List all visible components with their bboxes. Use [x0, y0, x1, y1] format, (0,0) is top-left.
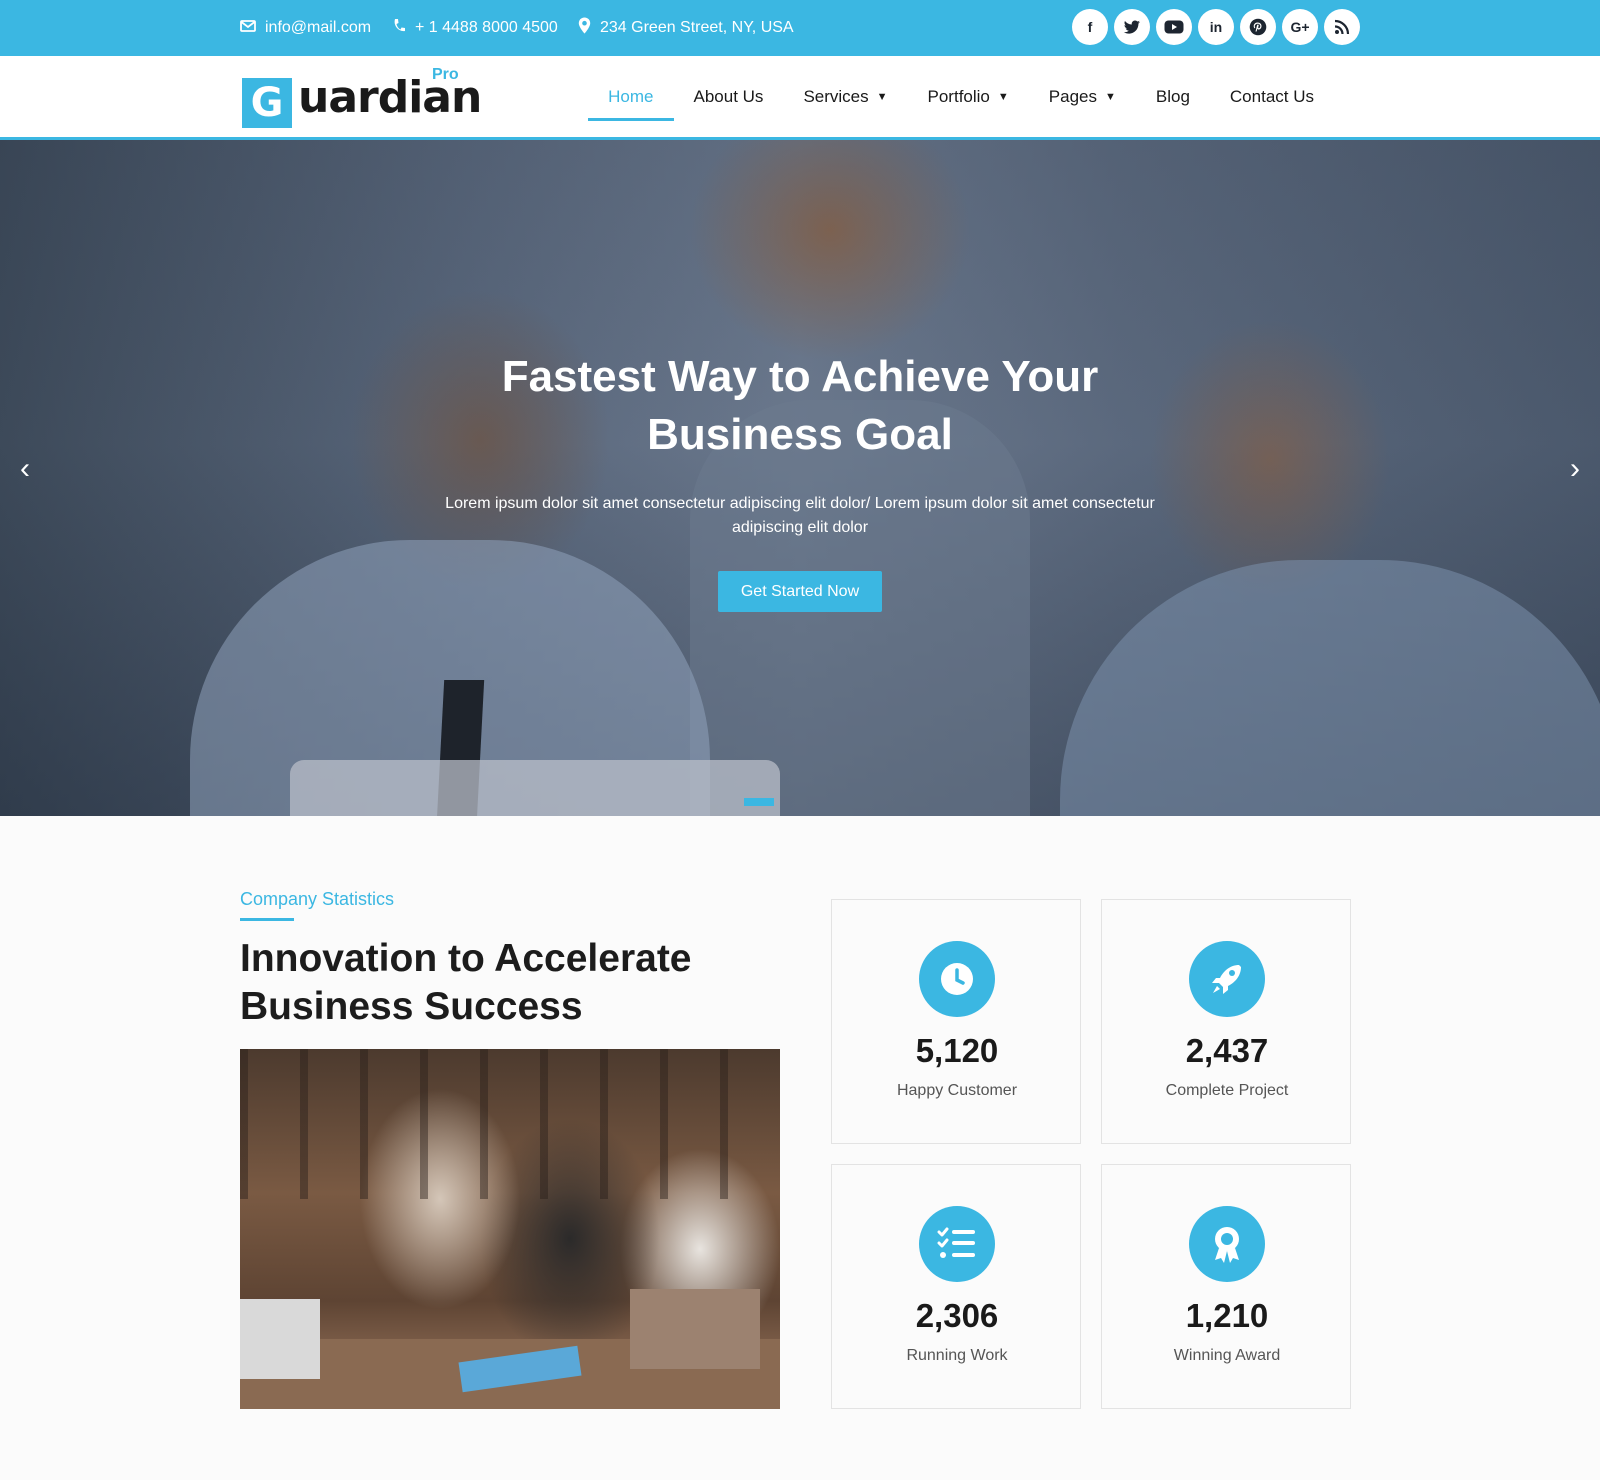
caret-down-icon: ▼ [876, 90, 888, 103]
facebook-icon[interactable]: f [1072, 9, 1108, 45]
slider-pagination [744, 798, 774, 806]
slider-prev-icon[interactable]: ‹ [10, 452, 40, 486]
section-title-line: Business Success [240, 985, 583, 1028]
checklist-icon [919, 1206, 995, 1282]
nav-item-label: Portfolio [927, 86, 990, 106]
twitter-icon[interactable] [1114, 9, 1150, 45]
stat-value: 2,437 [1185, 1032, 1269, 1069]
map-pin-icon [578, 17, 591, 39]
get-started-button[interactable]: Get Started Now [718, 571, 882, 612]
hero-title-line: Fastest Way to Achieve Your [501, 352, 1099, 401]
nav-item-label: Services [803, 86, 869, 106]
caret-down-icon: ▼ [1104, 90, 1116, 103]
logo-mark: G [242, 78, 292, 128]
nav-item-label: Contact Us [1229, 86, 1314, 106]
rss-icon[interactable] [1324, 9, 1360, 45]
award-icon [1189, 1206, 1265, 1282]
nav-item-label: About Us [693, 86, 764, 106]
rocket-icon [1189, 941, 1265, 1017]
phone-icon [392, 18, 406, 39]
stat-value: 1,210 [1185, 1297, 1269, 1334]
stat-value: 5,120 [915, 1032, 999, 1069]
stat-value: 2,306 [915, 1297, 999, 1334]
nav-item-pages[interactable]: Pages ▼ [1029, 56, 1136, 137]
pinterest-icon[interactable] [1240, 9, 1276, 45]
stat-label: Winning Award [1173, 1347, 1281, 1364]
top-bar: info@mail.com + 1 4488 8000 4500 234 Gre… [0, 0, 1600, 56]
nav-item-label: Blog [1155, 86, 1190, 106]
section-title-line: Innovation to Accelerate [240, 937, 692, 980]
nav-item-portfolio[interactable]: Portfolio ▼ [908, 56, 1029, 137]
stat-card-winning-award: 1,210 Winning Award [1101, 1164, 1351, 1409]
email-text: info@mail.com [265, 19, 372, 36]
logo-pro-badge: Pro [432, 66, 459, 83]
slider-next-icon[interactable]: › [1560, 452, 1590, 486]
nav-item-home[interactable]: Home [588, 56, 674, 137]
team-photo [240, 1049, 780, 1409]
site-header: G uardian Pro Home About Us Services ▼ P… [0, 56, 1600, 140]
contact-address[interactable]: 234 Green Street, NY, USA [578, 17, 794, 39]
social-links: f in G+ [1072, 9, 1360, 45]
section-title: Innovation to Accelerate Business Succes… [240, 935, 760, 1031]
caret-down-icon: ▼ [997, 90, 1009, 103]
email-icon [240, 19, 256, 38]
stat-label: Happy Customer [896, 1082, 1018, 1099]
photo-laptop [630, 1289, 760, 1369]
stat-label: Complete Project [1165, 1082, 1289, 1099]
stat-card-complete-project: 2,437 Complete Project [1101, 899, 1351, 1144]
site-logo[interactable]: G uardian Pro [242, 66, 482, 130]
hero-title: Fastest Way to Achieve Your Business Goa… [400, 348, 1200, 464]
nav-item-services[interactable]: Services ▼ [783, 56, 907, 137]
hero-photo-figure [1060, 560, 1600, 816]
photo-laptop [240, 1299, 320, 1379]
contact-phone[interactable]: + 1 4488 8000 4500 [392, 17, 558, 39]
hero-description: Lorem ipsum dolor sit amet consectetur a… [445, 495, 1155, 536]
hero-slider: Fastest Way to Achieve Your Business Goa… [0, 140, 1600, 816]
nav-item-contact-us[interactable]: Contact Us [1210, 56, 1334, 137]
nav-item-label: Home [608, 86, 654, 106]
nav-item-blog[interactable]: Blog [1136, 56, 1210, 137]
contact-email[interactable]: info@mail.com [240, 17, 371, 39]
main-nav: Home About Us Services ▼ Portfolio ▼ Pag… [588, 56, 1334, 137]
slider-dot-active[interactable] [744, 798, 774, 806]
address-text: 234 Green Street, NY, USA [600, 19, 794, 36]
nav-item-about-us[interactable]: About Us [674, 56, 784, 137]
section-eyebrow: Company Statistics [240, 889, 395, 909]
photo-shelves [240, 1049, 780, 1199]
stat-card-running-work: 2,306 Running Work [831, 1164, 1081, 1409]
google-plus-icon[interactable]: G+ [1282, 9, 1318, 45]
nav-item-label: Pages [1048, 86, 1097, 106]
hero-photo-detail [290, 760, 780, 816]
clock-icon [919, 941, 995, 1017]
linkedin-icon[interactable]: in [1198, 9, 1234, 45]
phone-text: + 1 4488 8000 4500 [415, 19, 558, 36]
stat-label: Running Work [906, 1347, 1008, 1364]
youtube-icon[interactable] [1156, 9, 1192, 45]
stat-card-happy-customer: 5,120 Happy Customer [831, 899, 1081, 1144]
hero-title-line: Business Goal [647, 410, 953, 459]
eyebrow-underline [240, 918, 294, 921]
